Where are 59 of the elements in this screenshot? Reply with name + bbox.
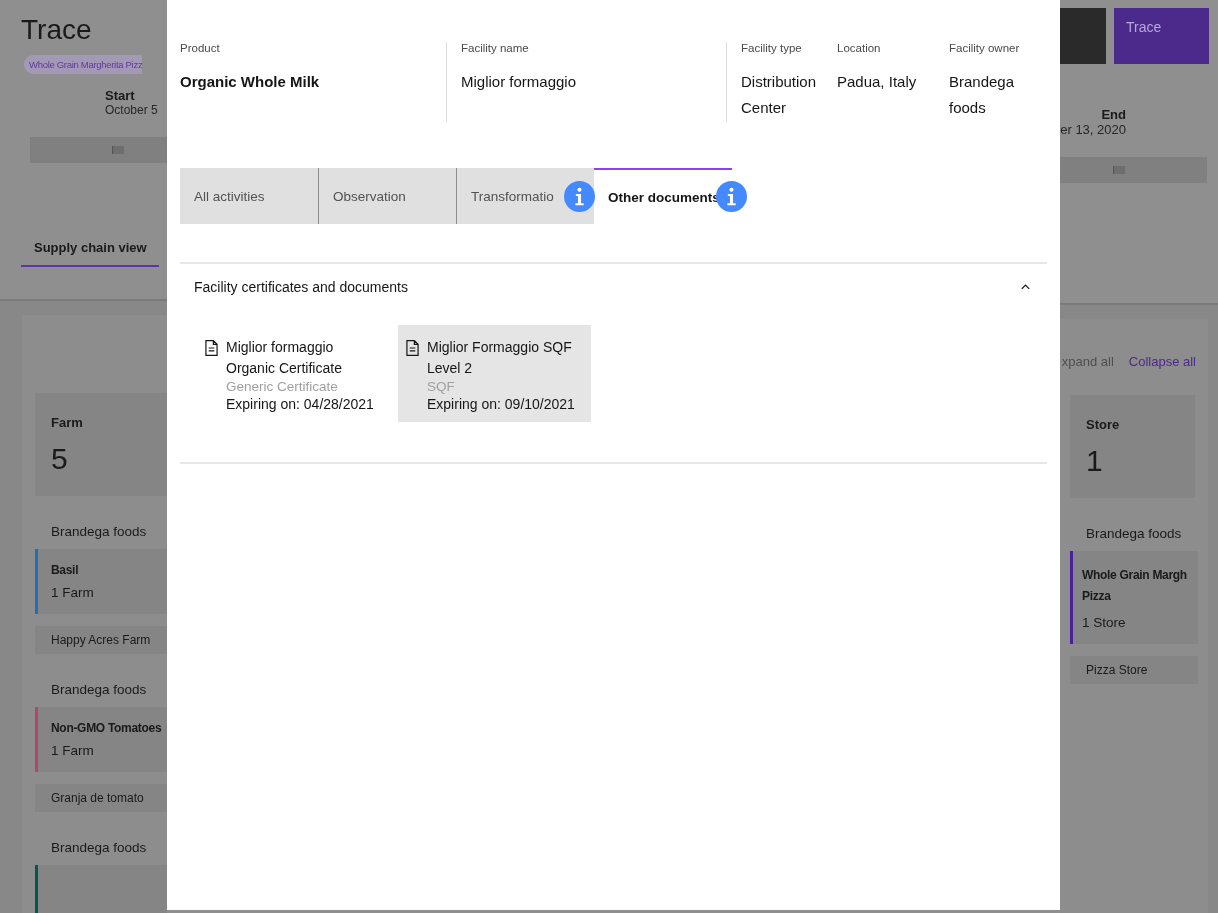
product-card[interactable]: Basil 1 Farm <box>35 549 167 614</box>
supply-chain-tab[interactable]: Supply chain view <box>21 234 159 267</box>
field-label: Facility owner <box>949 42 1021 54</box>
stage-name: Store <box>1086 417 1121 432</box>
owner-label: Brandega foods <box>51 682 148 697</box>
document-type: SQF <box>427 379 456 394</box>
page-title: Trace <box>21 14 93 47</box>
field-label: Location <box>837 42 882 54</box>
trace-button[interactable]: Trace <box>1114 8 1209 64</box>
product-card[interactable]: Whole Grain Margh Pizza 1 Store <box>1070 551 1198 644</box>
end-date: er 13, 2020 <box>1060 122 1126 137</box>
date-slider[interactable] <box>30 137 167 163</box>
product-count: 1 Farm <box>51 585 95 600</box>
field-value: Padua, Italy <box>837 72 918 92</box>
facility-chip[interactable]: Granja de tomato <box>35 784 167 812</box>
field-label: Facility type <box>741 42 803 54</box>
tab[interactable]: Observation <box>318 168 456 224</box>
end-label: End <box>1100 107 1126 122</box>
expiry-date: Expiring on: 04/28/2021 <box>226 396 375 412</box>
document-icon <box>406 339 419 357</box>
owner-label: Brandega foods <box>1086 526 1183 541</box>
tab[interactable]: Transformatio <box>456 168 594 224</box>
tab[interactable]: All activities <box>180 168 318 224</box>
stage-count: 5 <box>51 442 69 476</box>
document-name: Miglior formaggio Organic Certificate <box>226 338 343 378</box>
document-card[interactable]: Miglior formaggio Organic Certificate Generic Certificate Expiring on: 04/28/2021 <box>197 325 390 422</box>
product-name: Basil <box>51 563 80 577</box>
date-slider[interactable] <box>1060 157 1207 183</box>
field-label: Product <box>180 42 221 54</box>
expiry-date: Expiring on: 09/10/2021 <box>427 396 576 412</box>
field-value: Organic Whole Milk <box>180 72 321 92</box>
field-label: Facility name <box>461 42 530 54</box>
product-tag[interactable]: Whole Grain Margherita Pizz <box>24 55 143 74</box>
field-value: Brandega foods <box>949 72 1016 118</box>
owner-label: Brandega foods <box>51 840 148 855</box>
product-count: 1 Store <box>1082 615 1127 630</box>
field-value: Distribution Center <box>741 72 818 118</box>
start-label: Start <box>105 88 136 103</box>
product-name: Whole Grain Margh Pizza <box>1082 567 1188 605</box>
collapse-all-link[interactable]: Collapse all <box>1128 354 1196 369</box>
stage-count: 1 <box>1086 444 1104 478</box>
owner-label: Brandega foods <box>51 524 148 539</box>
product-card[interactable]: Non-GMO Tomatoes 1 Farm <box>35 707 167 772</box>
info-icon[interactable] <box>716 181 747 212</box>
start-date: October 5 <box>105 103 159 117</box>
facility-chip[interactable]: Pizza Store <box>1070 656 1198 684</box>
field-value: Miglior formaggio <box>461 72 578 92</box>
product-count: 1 Farm <box>51 743 95 758</box>
expand-all-link[interactable]: xpand all <box>1061 354 1114 369</box>
document-icon <box>205 339 218 357</box>
product-name: Non-GMO Tomatoes <box>51 721 163 735</box>
section-title: Facility certificates and documents <box>194 279 408 295</box>
stage-name: Farm <box>51 415 84 430</box>
chevron-up-icon[interactable] <box>1020 283 1031 291</box>
document-card[interactable]: Miglior Formaggio SQF Level 2 SQF Expiring on: 09/10/2021 <box>398 325 591 422</box>
document-type: Generic Certificate <box>226 379 339 394</box>
info-icon[interactable] <box>564 181 595 212</box>
document-name: Miglior Formaggio SQF Level 2 <box>427 338 573 378</box>
facility-chip[interactable]: Happy Acres Farm <box>35 626 167 654</box>
